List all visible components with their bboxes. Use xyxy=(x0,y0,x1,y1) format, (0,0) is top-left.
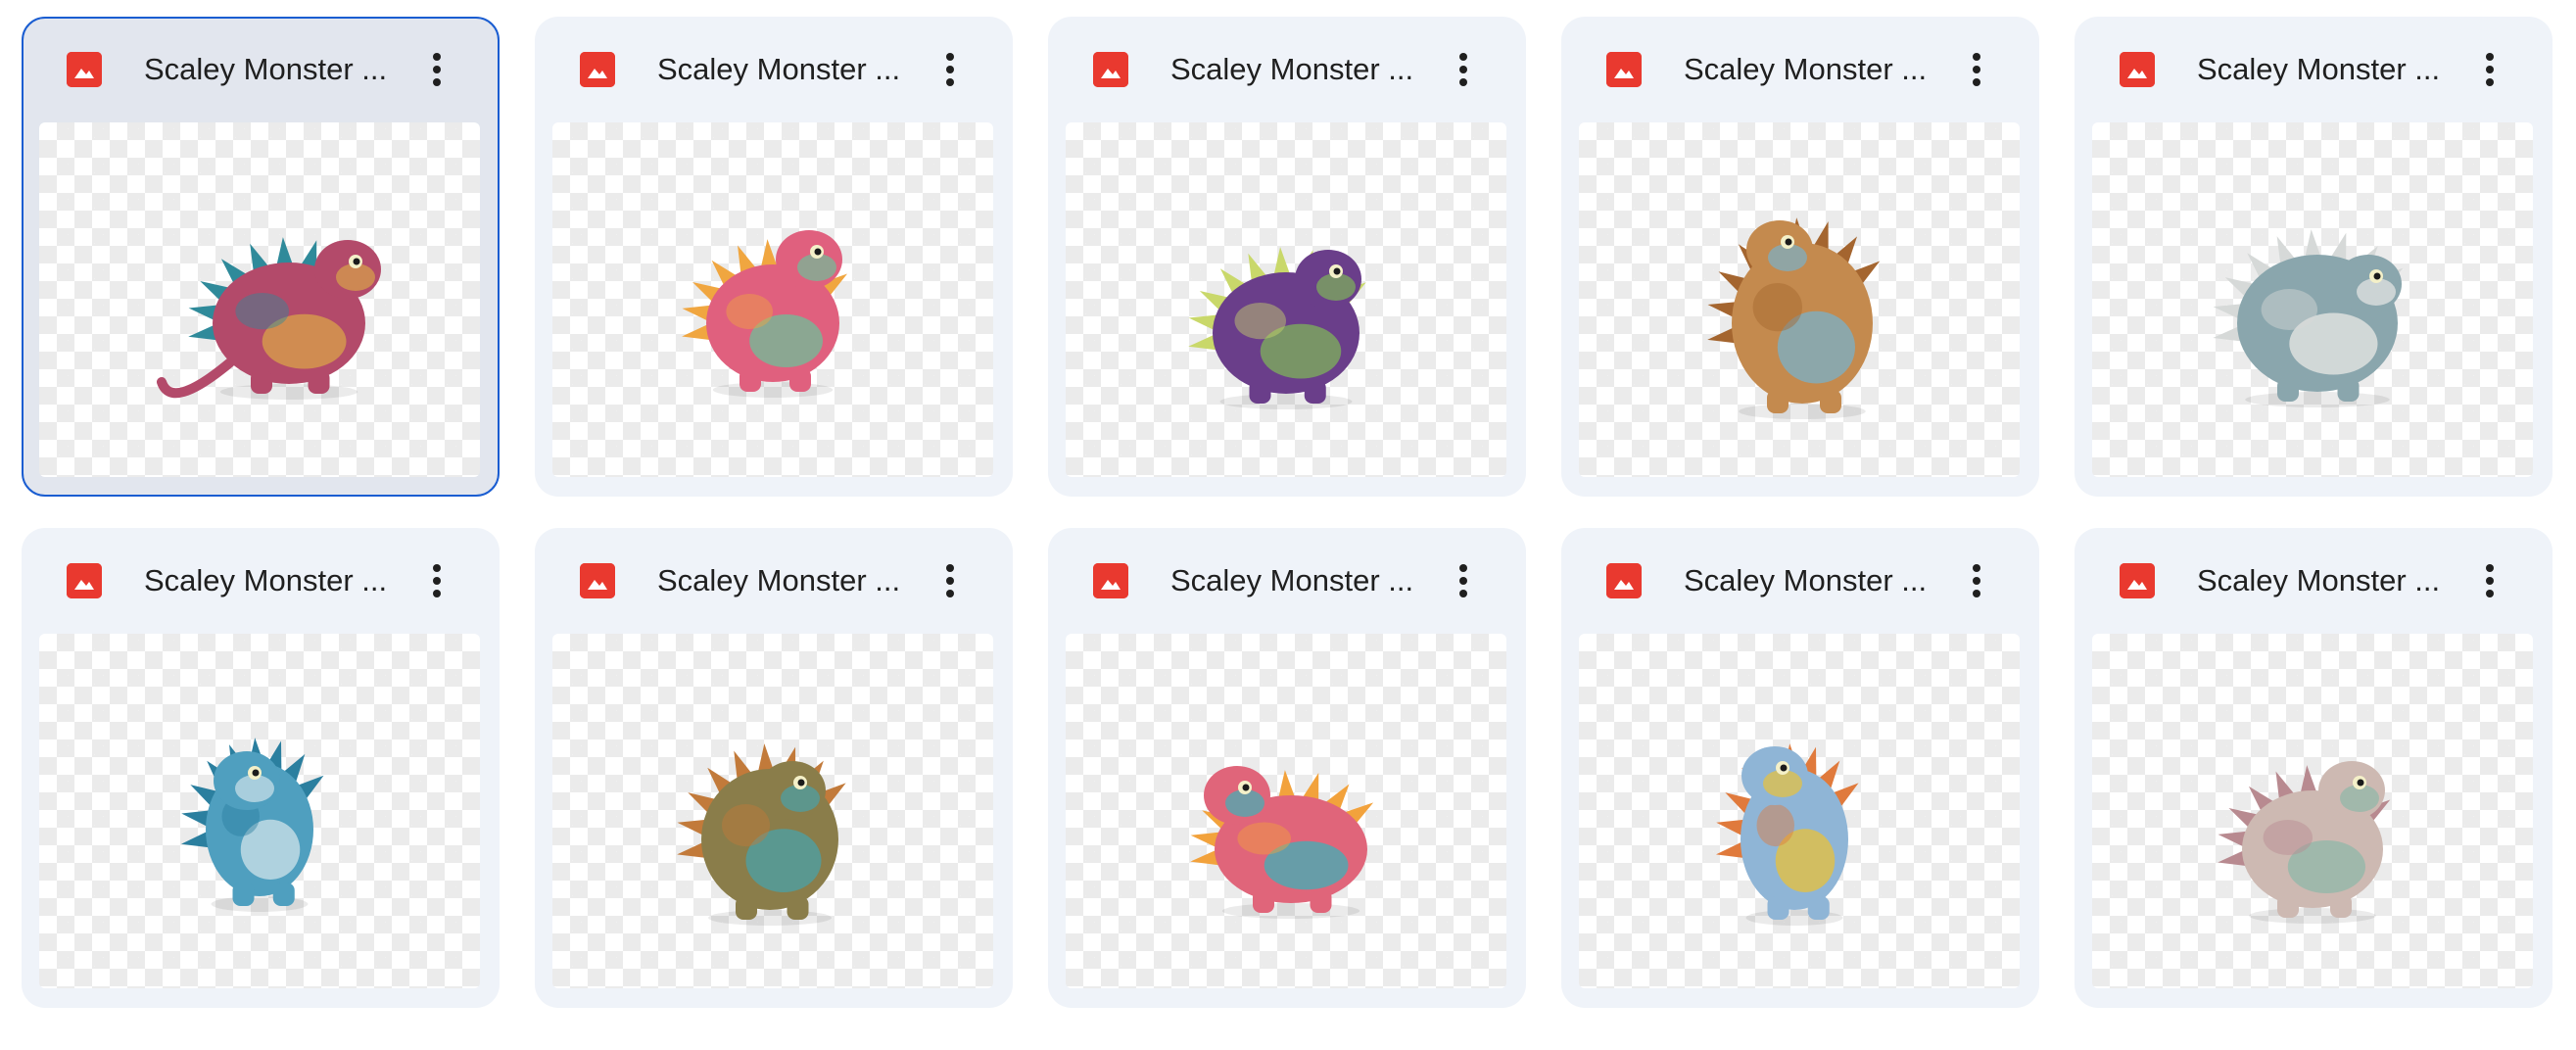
file-card-header[interactable]: Scaley Monster ... xyxy=(1048,17,1526,122)
file-title: Scaley Monster ... xyxy=(2197,563,2441,597)
more-actions-button[interactable] xyxy=(1432,549,1495,612)
file-thumbnail[interactable] xyxy=(1579,634,2020,988)
file-title: Scaley Monster ... xyxy=(1170,52,1414,86)
file-card[interactable]: Scaley Monster ... xyxy=(1561,528,2039,1008)
file-grid: Scaley Monster ... Scaley Monster ... Sc… xyxy=(22,17,2552,1008)
more-vert-icon xyxy=(1459,53,1467,86)
file-thumbnail[interactable] xyxy=(2092,634,2533,988)
thumbnail-creature-image xyxy=(1707,217,1881,419)
file-card-header[interactable]: Scaley Monster ... xyxy=(535,528,1013,634)
file-card-header[interactable]: Scaley Monster ... xyxy=(1561,17,2039,122)
image-file-icon xyxy=(1606,563,1642,598)
file-card[interactable]: Scaley Monster ... xyxy=(2075,528,2552,1008)
image-file-icon xyxy=(2120,563,2155,598)
file-card[interactable]: Scaley Monster ... xyxy=(535,528,1013,1008)
thumbnail-creature-image xyxy=(677,743,846,926)
more-vert-icon xyxy=(1973,53,1980,86)
file-thumbnail[interactable] xyxy=(1579,122,2020,477)
file-card-header[interactable]: Scaley Monster ... xyxy=(2075,528,2552,634)
more-vert-icon xyxy=(946,53,954,86)
more-vert-icon xyxy=(433,53,441,86)
more-actions-button[interactable] xyxy=(1945,38,2008,101)
image-file-icon xyxy=(1093,563,1128,598)
more-actions-button[interactable] xyxy=(405,38,468,101)
file-title: Scaley Monster ... xyxy=(144,563,388,597)
more-vert-icon xyxy=(946,564,954,597)
thumbnail-creature-image xyxy=(1715,743,1859,926)
more-actions-button[interactable] xyxy=(2458,549,2521,612)
image-file-icon xyxy=(2120,52,2155,87)
thumbnail-creature-image xyxy=(1188,247,1366,409)
more-vert-icon xyxy=(2486,53,2494,86)
thumbnail-creature-image xyxy=(180,738,324,912)
file-card[interactable]: Scaley Monster ... xyxy=(535,17,1013,497)
file-card[interactable]: Scaley Monster ... xyxy=(1561,17,2039,497)
file-card-header[interactable]: Scaley Monster ... xyxy=(1048,528,1526,634)
more-actions-button[interactable] xyxy=(405,549,468,612)
more-actions-button[interactable] xyxy=(2458,38,2521,101)
file-title: Scaley Monster ... xyxy=(1170,563,1414,597)
more-vert-icon xyxy=(433,564,441,597)
file-thumbnail[interactable] xyxy=(39,634,480,988)
file-card-header[interactable]: Scaley Monster ... xyxy=(24,19,498,122)
image-file-icon xyxy=(1093,52,1128,87)
file-thumbnail[interactable] xyxy=(1066,122,1506,477)
image-file-icon xyxy=(67,52,102,87)
more-actions-button[interactable] xyxy=(919,549,981,612)
thumbnail-creature-image xyxy=(2218,761,2391,924)
file-title: Scaley Monster ... xyxy=(1684,563,1928,597)
image-file-icon xyxy=(1606,52,1642,87)
file-thumbnail[interactable] xyxy=(39,122,480,477)
more-vert-icon xyxy=(2486,564,2494,597)
file-card-header[interactable]: Scaley Monster ... xyxy=(535,17,1013,122)
file-thumbnail[interactable] xyxy=(552,634,993,988)
more-actions-button[interactable] xyxy=(1432,38,1495,101)
image-file-icon xyxy=(67,563,102,598)
file-thumbnail[interactable] xyxy=(552,122,993,477)
thumbnail-creature-image xyxy=(157,237,381,400)
file-title: Scaley Monster ... xyxy=(657,52,901,86)
file-thumbnail[interactable] xyxy=(2092,122,2533,477)
file-card[interactable]: Scaley Monster ... xyxy=(1048,528,1526,1008)
more-vert-icon xyxy=(1973,564,1980,597)
file-title: Scaley Monster ... xyxy=(144,52,388,86)
file-card-header[interactable]: Scaley Monster ... xyxy=(2075,17,2552,122)
file-thumbnail[interactable] xyxy=(1066,634,1506,988)
thumbnail-creature-image xyxy=(2213,229,2404,407)
thumbnail-creature-image xyxy=(1190,766,1374,919)
file-card[interactable]: Scaley Monster ... xyxy=(2075,17,2552,497)
more-actions-button[interactable] xyxy=(919,38,981,101)
file-title: Scaley Monster ... xyxy=(657,563,901,597)
file-title: Scaley Monster ... xyxy=(2197,52,2441,86)
file-card[interactable]: Scaley Monster ... xyxy=(1048,17,1526,497)
more-actions-button[interactable] xyxy=(1945,549,2008,612)
image-file-icon xyxy=(580,563,615,598)
image-file-icon xyxy=(580,52,615,87)
file-card-header[interactable]: Scaley Monster ... xyxy=(22,528,500,634)
more-vert-icon xyxy=(1459,564,1467,597)
file-card[interactable]: Scaley Monster ... xyxy=(22,528,500,1008)
thumbnail-creature-image xyxy=(682,230,848,398)
file-card[interactable]: Scaley Monster ... xyxy=(22,17,500,497)
file-card-header[interactable]: Scaley Monster ... xyxy=(1561,528,2039,634)
file-title: Scaley Monster ... xyxy=(1684,52,1928,86)
